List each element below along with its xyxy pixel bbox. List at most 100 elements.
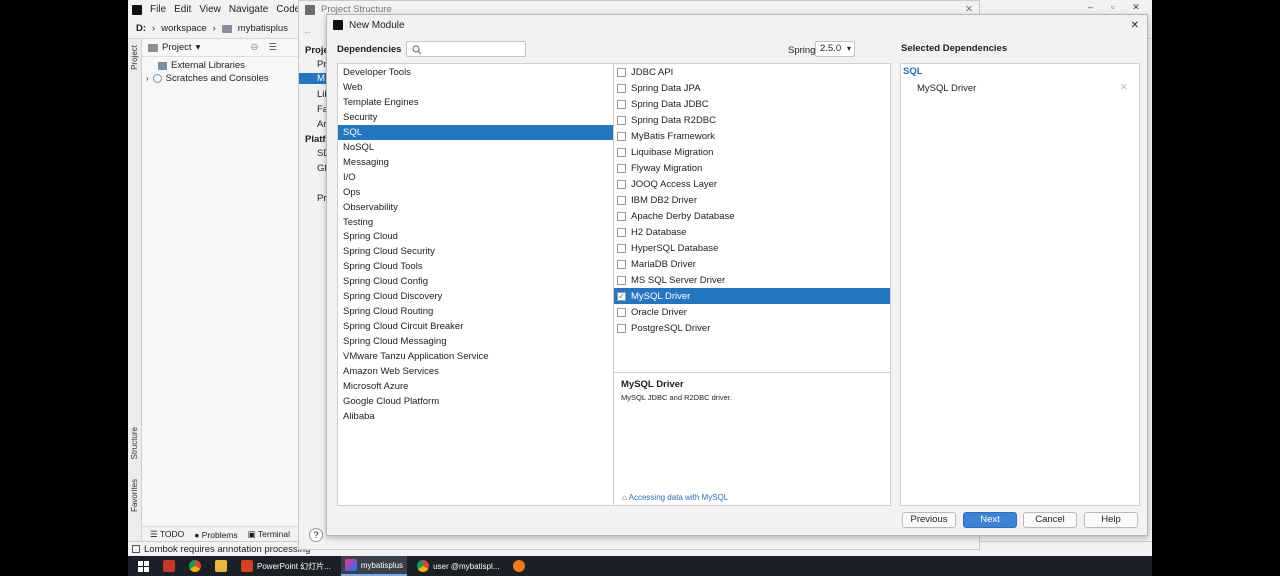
dependency-item[interactable]: JDBC API — [614, 64, 890, 80]
category-item[interactable]: Observability — [338, 200, 613, 215]
previous-button[interactable]: Previous — [902, 512, 956, 528]
sidebar-item-modules[interactable]: M — [299, 73, 329, 84]
menu-code[interactable]: Code — [276, 4, 300, 15]
next-button[interactable]: Next — [963, 512, 1017, 528]
category-item[interactable]: Template Engines — [338, 95, 613, 110]
restore-icon[interactable]: ▫ — [1111, 2, 1114, 13]
back-arrow-icon[interactable]: ← — [303, 26, 313, 37]
breadcrumb-drive[interactable]: D: — [136, 23, 146, 34]
tab-terminal[interactable]: ▣ Terminal — [248, 529, 290, 540]
help-button[interactable]: Help — [1084, 512, 1138, 528]
dependency-item[interactable]: PostgreSQL Driver — [614, 320, 890, 336]
start-button[interactable] — [134, 556, 153, 576]
breadcrumb-workspace[interactable]: workspace — [161, 23, 206, 34]
taskbar-explorer[interactable] — [211, 556, 231, 576]
dependency-checkbox[interactable] — [617, 227, 626, 237]
chevron-down-icon[interactable]: ▾ — [196, 42, 201, 53]
dependency-item[interactable]: MS SQL Server Driver — [614, 272, 890, 288]
category-item[interactable]: Google Cloud Platform — [338, 394, 613, 409]
dependency-item[interactable]: IBM DB2 Driver — [614, 192, 890, 208]
category-item[interactable]: Microsoft Azure — [338, 379, 613, 394]
dependency-checkbox[interactable] — [617, 163, 626, 173]
minimize-icon[interactable]: – — [1088, 2, 1093, 13]
tree-item-scratches[interactable]: › Scratches and Consoles — [146, 73, 269, 84]
dependency-item[interactable]: ✓ MySQL Driver — [614, 288, 890, 304]
help-icon[interactable]: ? — [309, 528, 323, 542]
tab-problems[interactable]: ● Problems — [194, 530, 237, 540]
remove-icon[interactable]: ✕ — [1120, 82, 1128, 93]
dependency-checkbox[interactable] — [617, 275, 626, 285]
category-item[interactable]: Web — [338, 80, 613, 95]
category-item[interactable]: Security — [338, 110, 613, 125]
guide-link[interactable]: ⌂ Accessing data with MySQL — [622, 493, 728, 502]
taskbar-browser[interactable]: user @mybatispl... — [413, 556, 503, 576]
category-item[interactable]: Spring Cloud Discovery — [338, 289, 613, 304]
category-item[interactable]: Spring Cloud Config — [338, 274, 613, 289]
dependency-item[interactable]: Spring Data R2DBC — [614, 112, 890, 128]
dependency-checkbox[interactable] — [617, 131, 626, 141]
category-item[interactable]: SQL — [338, 124, 613, 140]
project-view-selector[interactable]: Project — [162, 42, 192, 53]
dependency-item[interactable]: Spring Data JDBC — [614, 96, 890, 112]
dependency-checkbox[interactable]: ✓ — [617, 291, 626, 301]
dependency-item[interactable]: MariaDB Driver — [614, 256, 890, 272]
category-item[interactable]: Amazon Web Services — [338, 364, 613, 379]
tab-project[interactable]: Project — [130, 45, 139, 70]
tab-favorites[interactable]: Favorites — [130, 479, 139, 512]
cancel-button[interactable]: Cancel — [1023, 512, 1077, 528]
taskbar-intellij[interactable]: mybatisplus — [340, 556, 408, 576]
dependency-item[interactable]: Oracle Driver — [614, 304, 890, 320]
category-item[interactable]: NoSQL — [338, 140, 613, 155]
category-item[interactable]: I/O — [338, 170, 613, 185]
dependency-item[interactable]: Apache Derby Database — [614, 208, 890, 224]
category-item[interactable]: Testing — [338, 215, 613, 230]
search-input[interactable] — [406, 41, 526, 57]
category-item[interactable]: Spring Cloud Circuit Breaker — [338, 319, 613, 334]
menu-navigate[interactable]: Navigate — [229, 4, 268, 15]
category-item[interactable]: Alibaba — [338, 409, 613, 424]
taskbar-chrome[interactable] — [185, 556, 205, 576]
menu-file[interactable]: File — [150, 4, 166, 15]
category-item[interactable]: Spring Cloud — [338, 229, 613, 244]
chevron-right-icon[interactable]: › — [146, 74, 149, 83]
dependency-checkbox[interactable] — [617, 307, 626, 317]
category-item[interactable]: Developer Tools — [338, 65, 613, 80]
dependency-checkbox[interactable] — [617, 179, 626, 189]
dependency-item[interactable]: Spring Data JPA — [614, 80, 890, 96]
category-item[interactable]: Spring Cloud Routing — [338, 304, 613, 319]
breadcrumb-project[interactable]: mybatisplus — [238, 23, 288, 34]
dependency-item[interactable]: HyperSQL Database — [614, 240, 890, 256]
dependency-item[interactable]: MyBatis Framework — [614, 128, 890, 144]
category-item[interactable]: Spring Cloud Messaging — [338, 334, 613, 349]
taskbar-app[interactable] — [159, 556, 179, 576]
taskbar-powerpoint[interactable]: PowerPoint 幻灯片... — [237, 556, 335, 576]
dependency-checkbox[interactable] — [617, 211, 626, 221]
category-item[interactable]: Spring Cloud Tools — [338, 259, 613, 274]
dependency-checkbox[interactable] — [617, 115, 626, 125]
category-item[interactable]: Spring Cloud Security — [338, 244, 613, 259]
dependency-checkbox[interactable] — [617, 67, 626, 77]
dependency-checkbox[interactable] — [617, 323, 626, 333]
dependency-checkbox[interactable] — [617, 195, 626, 205]
expand-all-icon[interactable]: ☰ — [268, 42, 277, 53]
menu-edit[interactable]: Edit — [174, 4, 191, 15]
dependency-item[interactable]: H2 Database — [614, 224, 890, 240]
dependency-checkbox[interactable] — [617, 147, 626, 157]
category-item[interactable]: VMware Tanzu Application Service — [338, 349, 613, 364]
dependency-checkbox[interactable] — [617, 83, 626, 93]
dependency-item[interactable]: Liquibase Migration — [614, 144, 890, 160]
dependency-item[interactable]: Flyway Migration — [614, 160, 890, 176]
category-item[interactable]: Ops — [338, 185, 613, 200]
taskbar-app-orange[interactable] — [509, 556, 529, 576]
menu-view[interactable]: View — [199, 4, 221, 15]
category-item[interactable]: Messaging — [338, 155, 613, 170]
dependency-checkbox[interactable] — [617, 99, 626, 109]
spring-boot-version-select[interactable]: 2.5.0 ▾ — [815, 41, 855, 57]
dependency-item[interactable]: JOOQ Access Layer — [614, 176, 890, 192]
tab-todo[interactable]: ☰ TODO — [150, 529, 184, 540]
status-text[interactable]: Lombok requires annotation processing — [144, 544, 310, 555]
close-icon[interactable]: ✕ — [1131, 20, 1139, 31]
tab-structure[interactable]: Structure — [130, 427, 139, 459]
dependency-checkbox[interactable] — [617, 243, 626, 253]
collapse-icon[interactable]: ⊖ — [250, 42, 258, 53]
